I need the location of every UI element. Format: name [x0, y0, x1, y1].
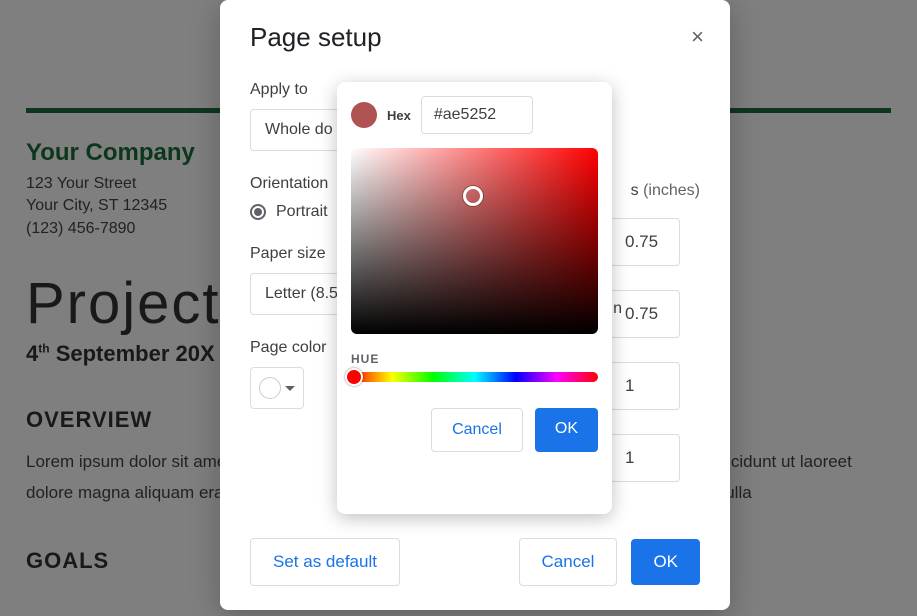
color-preview-dot	[351, 102, 377, 128]
margin-right-input[interactable]	[610, 434, 680, 482]
set-as-default-button[interactable]: Set as default	[250, 538, 400, 586]
margin-top-input[interactable]	[610, 218, 680, 266]
color-picker-popup: Hex HUE Cancel OK	[337, 82, 612, 514]
saturation-value-area[interactable]	[351, 148, 598, 334]
hex-input[interactable]	[421, 96, 533, 134]
page-color-swatch[interactable]	[250, 367, 304, 409]
close-icon[interactable]: ×	[691, 24, 704, 50]
hue-slider[interactable]	[351, 372, 598, 382]
hue-handle[interactable]	[345, 368, 363, 386]
portrait-radio[interactable]	[250, 204, 266, 220]
sv-handle[interactable]	[463, 186, 483, 206]
picker-cancel-button[interactable]: Cancel	[431, 408, 523, 452]
margin-partial-label: n	[613, 300, 622, 318]
portrait-label: Portrait	[276, 203, 328, 221]
chevron-down-icon	[285, 386, 295, 391]
margin-left-input[interactable]	[610, 362, 680, 410]
hex-label: Hex	[387, 108, 411, 123]
cancel-button[interactable]: Cancel	[519, 538, 618, 586]
picker-ok-button[interactable]: OK	[535, 408, 598, 452]
hue-label: HUE	[351, 352, 598, 366]
dialog-title: Page setup	[250, 22, 700, 53]
margins-label: s (inches)	[631, 182, 700, 200]
ok-button[interactable]: OK	[631, 539, 700, 585]
color-circle-icon	[259, 377, 281, 399]
